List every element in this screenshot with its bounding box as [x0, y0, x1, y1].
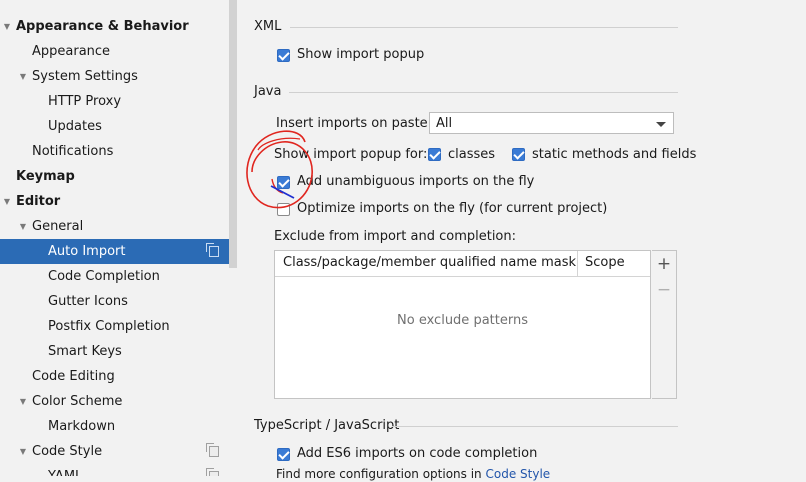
sidebar-item-label: Editor — [16, 194, 61, 209]
xml-section-title: XML — [254, 19, 282, 34]
sidebar-item[interactable]: ▼ Code Style — [0, 439, 237, 464]
java-section-title: Java — [254, 84, 282, 99]
xml-show-import-popup-label: Show import popup — [297, 47, 425, 62]
project-settings-icon — [206, 243, 219, 257]
expand-chevron-icon[interactable]: ▼ — [2, 189, 12, 214]
expand-chevron-icon[interactable]: ▼ — [2, 14, 12, 39]
sidebar-item[interactable]: Code Editing — [0, 364, 237, 389]
empty-table-text: No exclude patterns — [397, 313, 528, 328]
sidebar-item[interactable]: Postfix Completion — [0, 314, 237, 339]
sidebar-item-label: Color Scheme — [32, 394, 123, 409]
insert-imports-dropdown[interactable]: All — [429, 112, 674, 134]
sidebar-item[interactable]: Auto Import — [0, 239, 237, 264]
sidebar-item[interactable]: Updates — [0, 114, 237, 139]
xml-show-import-popup-checkbox[interactable] — [277, 49, 290, 62]
insert-imports-label: Insert imports on paste: — [276, 116, 433, 131]
column-header-scope[interactable]: Scope — [585, 255, 625, 271]
more-options-text: Find more configuration options in Code … — [276, 466, 550, 482]
sidebar-item[interactable]: Gutter Icons — [0, 289, 237, 314]
sidebar-item[interactable]: Smart Keys — [0, 339, 237, 364]
sidebar-item[interactable]: ▼ General — [0, 214, 237, 239]
sidebar-item-label: Appearance — [32, 44, 111, 59]
sidebar-item[interactable]: Keymap — [0, 164, 237, 189]
sidebar-item[interactable]: Appearance — [0, 39, 237, 64]
sidebar-item[interactable]: Markdown — [0, 414, 237, 439]
sidebar-item-label: General — [32, 219, 84, 234]
code-style-link[interactable]: Code Style — [486, 467, 551, 481]
table-toolbar: + − — [652, 250, 677, 399]
sidebar-item-label: Code Completion — [48, 269, 160, 284]
classes-label: classes — [448, 147, 496, 162]
sidebar-item-label: Code Editing — [32, 369, 115, 384]
project-settings-icon — [206, 468, 219, 476]
sidebar-item[interactable]: HTTP Proxy — [0, 89, 237, 114]
show-popup-for-label: Show import popup for: — [274, 147, 428, 162]
sidebar-item-label: Notifications — [32, 144, 114, 159]
optimize-imports-label: Optimize imports on the fly (for current… — [297, 201, 608, 216]
sidebar-item[interactable]: ▼ System Settings — [0, 64, 237, 89]
sidebar-item[interactable]: Code Completion — [0, 264, 237, 289]
add-unambiguous-imports-label: Add unambiguous imports on the fly — [297, 174, 535, 189]
sidebar-item-label: HTTP Proxy — [48, 94, 122, 109]
exclude-label: Exclude from import and completion: — [274, 229, 516, 244]
add-icon[interactable]: + — [656, 256, 672, 273]
column-divider[interactable] — [577, 251, 578, 276]
expand-chevron-icon[interactable]: ▼ — [18, 64, 28, 89]
insert-imports-value: All — [436, 116, 453, 131]
sidebar-item-label: Keymap — [16, 169, 75, 184]
sidebar-item-label: Updates — [48, 119, 102, 134]
static-methods-checkbox[interactable] — [512, 148, 525, 161]
sidebar-item-label: Appearance & Behavior — [16, 19, 189, 34]
sidebar-item-label: YAML — [48, 464, 82, 476]
sidebar-item-label: Markdown — [48, 419, 116, 434]
classes-checkbox[interactable] — [428, 148, 441, 161]
sidebar-item-label: Postfix Completion — [48, 319, 170, 334]
expand-chevron-icon[interactable]: ▼ — [18, 389, 28, 414]
project-settings-icon — [206, 443, 219, 457]
add-es6-imports-checkbox[interactable] — [277, 448, 290, 461]
typescript-section-title: TypeScript / JavaScript — [254, 418, 400, 433]
sidebar-item[interactable]: Notifications — [0, 139, 237, 164]
chevron-down-icon — [656, 122, 666, 127]
sidebar-item-label: System Settings — [32, 69, 138, 84]
exclude-table[interactable]: Class/package/member qualified name mask… — [274, 250, 651, 399]
sidebar-item-label: Gutter Icons — [48, 294, 128, 309]
auto-import-panel: XML Show import popup Java Insert import… — [237, 0, 806, 481]
xml-divider — [290, 27, 678, 28]
sidebar-item[interactable]: ▼ Color Scheme — [0, 389, 237, 414]
sidebar-scrollbar[interactable] — [229, 0, 237, 268]
expand-chevron-icon[interactable]: ▼ — [18, 214, 28, 239]
column-header-mask[interactable]: Class/package/member qualified name mask — [283, 255, 576, 271]
static-methods-label: static methods and fields — [532, 147, 697, 162]
more-options-label: Find more configuration options in — [276, 467, 482, 481]
table-header: Class/package/member qualified name mask… — [275, 251, 650, 277]
expand-chevron-icon[interactable]: ▼ — [18, 439, 28, 464]
sidebar-item[interactable]: ▼ Editor — [0, 189, 237, 214]
add-es6-imports-label: Add ES6 imports on code completion — [297, 446, 538, 461]
typescript-divider — [392, 426, 678, 427]
remove-icon[interactable]: − — [656, 282, 672, 299]
sidebar-item-label: Auto Import — [48, 244, 126, 259]
java-divider — [289, 92, 678, 93]
optimize-imports-checkbox[interactable] — [277, 203, 290, 216]
sidebar-item-label: Code Style — [32, 444, 103, 459]
add-unambiguous-imports-checkbox[interactable] — [277, 176, 290, 189]
sidebar-item[interactable]: YAML — [0, 464, 237, 476]
settings-tree: ▼ Appearance & Behavior Appearance ▼ System … — [0, 0, 237, 476]
sidebar-item[interactable]: ▼ Appearance & Behavior — [0, 14, 237, 39]
sidebar-item-label: Smart Keys — [48, 344, 122, 359]
